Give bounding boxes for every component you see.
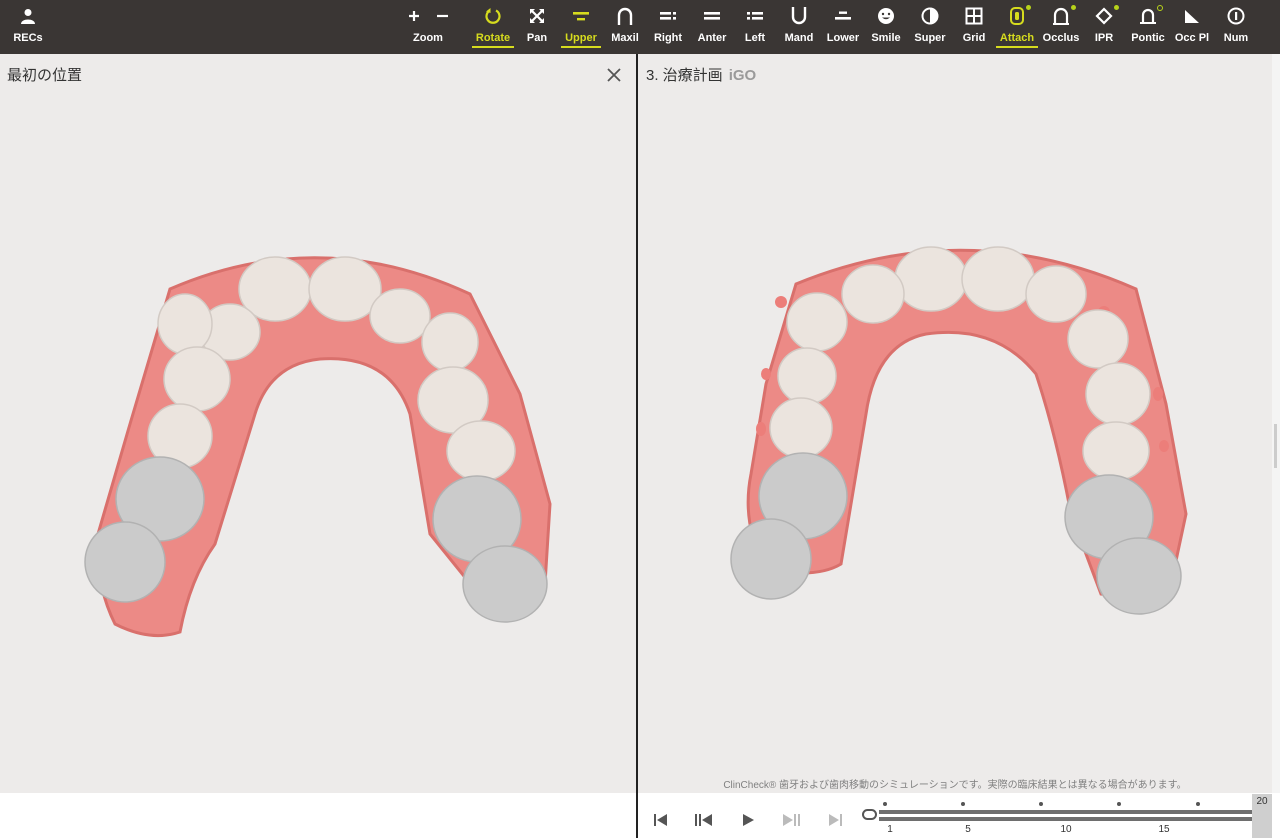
maxillary-arch-icon: [616, 0, 634, 32]
upper-label: Upper: [561, 32, 601, 48]
step-back-icon[interactable]: [693, 812, 715, 828]
grid-label: Grid: [962, 32, 986, 44]
occlusion-indicator-dot: [1071, 5, 1076, 10]
ipr-label: IPR: [1094, 32, 1114, 44]
mandibular-arch-icon: [790, 0, 808, 32]
attachment-icon: [1009, 0, 1031, 32]
left-view-icon: [746, 0, 764, 32]
timeline-end-marker[interactable]: 20: [1252, 794, 1272, 838]
upper-arch-icon: [572, 0, 590, 32]
treatment-plan-title: 3. 治療計画: [646, 67, 723, 84]
attach-indicator-dot: [1026, 5, 1031, 10]
pan-label: Pan: [526, 32, 548, 44]
mand-label: Mand: [784, 32, 814, 44]
occlus-label: Occlus: [1042, 32, 1080, 44]
lower-arch-icon: [834, 0, 852, 32]
pan-button[interactable]: Pan: [522, 0, 552, 54]
pontic-label: Pontic: [1131, 32, 1165, 44]
timeline-tick-label: 1: [887, 824, 893, 835]
timeline-track-lower[interactable]: [879, 817, 1254, 821]
anter-label: Anter: [697, 32, 727, 44]
timeline-dot: [883, 802, 887, 806]
attach-button[interactable]: Attach: [995, 0, 1039, 54]
occlusal-plane-icon: [1184, 0, 1200, 32]
viewport-scrollbar[interactable]: [1272, 54, 1280, 838]
lower-button[interactable]: Lower: [824, 0, 862, 54]
right-view-button[interactable]: Right: [651, 0, 685, 54]
maxil-button[interactable]: Maxil: [608, 0, 642, 54]
right-panel-title: 3. 治療計画 iGO: [646, 64, 756, 85]
left-panel-title: 最初の位置: [7, 67, 83, 84]
timeline-tick-label: 15: [1158, 824, 1170, 835]
grid-button[interactable]: Grid: [958, 0, 990, 54]
zoom-button[interactable]: Zoom: [404, 0, 452, 54]
timeline-end-value: 20: [1256, 796, 1268, 807]
occlusion-tooth-icon: [1052, 0, 1076, 32]
upper-button[interactable]: Upper: [560, 0, 602, 54]
grid-icon: [965, 0, 983, 32]
rotate-button[interactable]: Rotate: [471, 0, 515, 54]
rotate-label: Rotate: [471, 32, 515, 48]
right-label: Right: [653, 32, 683, 44]
initial-dental-arch-model[interactable]: [80, 204, 560, 664]
zoom-plus-minus-icon: [406, 0, 450, 32]
rotate-icon: [484, 0, 502, 32]
treatment-plan-viewport[interactable]: 3. 治療計画 iGO: [638, 54, 1272, 793]
play-icon[interactable]: [737, 812, 759, 828]
mand-button[interactable]: Mand: [782, 0, 816, 54]
timeline-dot: [1117, 802, 1121, 806]
timeline-tick-label: 5: [965, 824, 971, 835]
timeline-dot: [1039, 802, 1043, 806]
lower-label: Lower: [826, 32, 860, 44]
ipr-button[interactable]: IPR: [1089, 0, 1119, 54]
recs-label: RECs: [13, 32, 43, 44]
ipr-indicator-dot: [1114, 5, 1119, 10]
pan-arrows-icon: [529, 0, 545, 32]
skip-to-start-icon[interactable]: [650, 812, 672, 828]
close-icon[interactable]: [605, 66, 623, 84]
left-view-button[interactable]: Left: [738, 0, 772, 54]
superimpose-icon: [921, 0, 939, 32]
timeline-track-upper[interactable]: [879, 810, 1254, 814]
anterior-view-icon: [703, 0, 721, 32]
attach-label: Attach: [995, 32, 1039, 48]
clincheck-disclaimer: ClinCheck® 歯牙および歯肉移動のシミュレーションです。実際の臨床結果と…: [723, 780, 1187, 791]
user-icon: [20, 0, 36, 32]
zoom-label: Zoom: [413, 32, 443, 44]
occlusal-plane-button[interactable]: Occ Pl: [1174, 0, 1210, 54]
timeline-dot: [961, 802, 965, 806]
skip-to-end-icon[interactable]: [824, 812, 846, 828]
igo-label: iGO: [728, 67, 757, 84]
pontic-indicator-dot: [1157, 5, 1163, 11]
timeline-scrubber-handle[interactable]: [862, 809, 877, 820]
superimpose-button[interactable]: Super: [912, 0, 948, 54]
timeline-tick-label: 10: [1060, 824, 1072, 835]
number-info-icon: [1227, 0, 1245, 32]
super-label: Super: [914, 32, 946, 44]
anterior-view-button[interactable]: Anter: [695, 0, 729, 54]
smile-face-icon: [877, 0, 895, 32]
left-bottom-bar: [0, 793, 636, 838]
right-view-icon: [659, 0, 677, 32]
num-label: Num: [1223, 32, 1249, 44]
treatment-dental-arch-model[interactable]: [726, 184, 1206, 654]
top-toolbar: RECs Zoom Rotate Pan Upper Maxil Right A…: [0, 0, 1280, 54]
occlusion-button[interactable]: Occlus: [1043, 0, 1079, 54]
smile-button[interactable]: Smile: [868, 0, 904, 54]
initial-position-viewport[interactable]: 最初の位置: [0, 54, 636, 793]
occ-pl-label: Occ Pl: [1174, 32, 1210, 44]
stage-timeline[interactable]: 1 5 10 15 20: [862, 794, 1272, 838]
maxil-label: Maxil: [611, 32, 639, 44]
smile-label: Smile: [871, 32, 901, 44]
timeline-dot: [1196, 802, 1200, 806]
pontic-button[interactable]: Pontic: [1130, 0, 1166, 54]
numbering-button[interactable]: Num: [1220, 0, 1252, 54]
pontic-tooth-icon: [1139, 0, 1163, 32]
left-label: Left: [744, 32, 766, 44]
recs-button[interactable]: RECs: [10, 0, 46, 54]
step-forward-icon[interactable]: [780, 812, 802, 828]
scrollbar-thumb[interactable]: [1274, 424, 1277, 468]
ipr-diamond-icon: [1095, 0, 1119, 32]
